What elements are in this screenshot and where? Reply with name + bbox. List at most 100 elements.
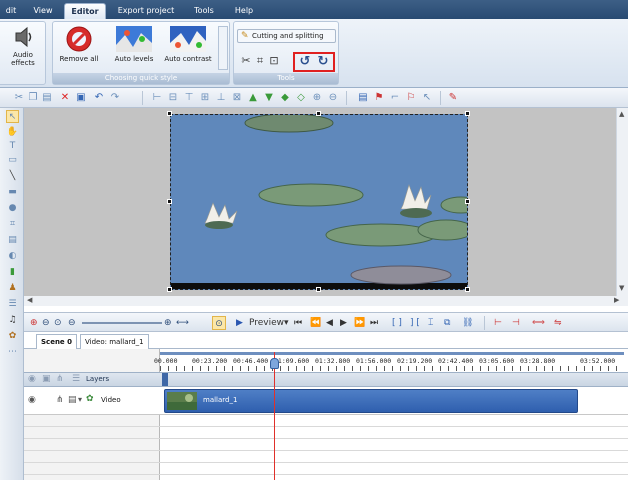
go-start-icon[interactable]: ⏮: [294, 316, 302, 330]
fit-width-icon[interactable]: ⟷: [176, 316, 189, 330]
cut-icon[interactable]: ✂: [12, 91, 26, 105]
properties-icon[interactable]: ▤: [356, 91, 370, 105]
link-icon[interactable]: ⛓: [462, 316, 473, 330]
group-icon[interactable]: ⊕: [310, 91, 324, 105]
go-end-icon[interactable]: ⏭: [370, 316, 378, 330]
delete-icon[interactable]: ✕: [58, 91, 72, 105]
mark-out-icon[interactable]: ] [: [410, 316, 420, 330]
trim-icon[interactable]: ⧉: [444, 316, 450, 330]
redo-icon[interactable]: ↷: [108, 91, 122, 105]
step-forward-fast-icon[interactable]: ⏩: [354, 316, 365, 330]
tab-video-mallard[interactable]: Video: mallard_1: [80, 334, 149, 349]
zoom-slider[interactable]: [82, 322, 162, 324]
scroll-left-icon[interactable]: ◀: [27, 296, 32, 304]
menu-tab-view[interactable]: View: [28, 3, 58, 19]
resize-handle-right[interactable]: [465, 199, 470, 204]
pointer-tool-icon[interactable]: ↖: [6, 110, 19, 123]
rotate-left-icon[interactable]: ↺: [298, 55, 312, 69]
line-tool-icon[interactable]: ╲: [6, 170, 19, 183]
send-back-icon[interactable]: ◇: [294, 91, 308, 105]
cutting-splitting-button[interactable]: ✎ Cutting and splitting: [237, 29, 336, 43]
zoom-in-icon[interactable]: ⊕: [30, 316, 38, 330]
audio-effects-button[interactable]: Audio effects: [1, 25, 45, 67]
scroll-up-icon[interactable]: ▲: [619, 110, 624, 118]
chart-tool-icon[interactable]: ◐: [6, 250, 19, 263]
track-options-icon[interactable]: ▤: [68, 395, 77, 405]
ungroup-icon[interactable]: ⊖: [326, 91, 340, 105]
split-clip-icon[interactable]: ⌶: [428, 316, 433, 330]
layers-row[interactable]: ◉ ▣ ⋔ ☰ Layers: [24, 372, 628, 387]
cursor-icon[interactable]: ↖: [420, 91, 434, 105]
video-clip[interactable]: mallard_1: [164, 389, 578, 413]
menu-tab-tools[interactable]: Tools: [186, 3, 222, 19]
subtitle-tool-icon[interactable]: ▤: [6, 234, 19, 247]
audio-tool-icon[interactable]: ♫: [6, 314, 19, 327]
track-expand-icon[interactable]: ▾: [78, 395, 82, 404]
resize-handle-bottom[interactable]: [316, 287, 321, 292]
marker-add-icon[interactable]: ⊢: [494, 316, 502, 330]
ripple-icon[interactable]: ⇋: [554, 316, 562, 330]
paste-icon[interactable]: ▤: [40, 91, 54, 105]
distribute-icon[interactable]: ⊠: [230, 91, 244, 105]
split-icon[interactable]: ✂: [239, 54, 253, 68]
auto-levels-button[interactable]: Auto levels: [109, 25, 159, 63]
play-icon[interactable]: ▶: [236, 316, 243, 330]
menu-tab-edit[interactable]: dit: [0, 3, 22, 19]
step-forward-icon[interactable]: ▶: [340, 316, 347, 330]
preview-label[interactable]: Preview: [249, 316, 284, 330]
preview-dropdown-icon[interactable]: ▾: [284, 316, 289, 330]
empty-track-row[interactable]: [24, 439, 628, 451]
scroll-down-icon[interactable]: ▼: [619, 284, 624, 292]
frame-icon[interactable]: ⊡: [267, 54, 281, 68]
pen-icon[interactable]: ✎: [446, 91, 460, 105]
mark-in-icon[interactable]: [ ]: [392, 316, 402, 330]
align-middle-icon[interactable]: ⊞: [198, 91, 212, 105]
eye-icon[interactable]: ◉: [28, 374, 36, 384]
quick-style-scroll[interactable]: [218, 26, 228, 70]
ellipse-tool-icon[interactable]: ●: [6, 202, 19, 215]
crop-icon[interactable]: ⌗: [253, 54, 267, 68]
scroll-right-icon[interactable]: ▶: [614, 296, 619, 304]
empty-track-row[interactable]: [24, 463, 628, 475]
flag-icon[interactable]: ⚐: [404, 91, 418, 105]
bring-front-icon[interactable]: ◆: [278, 91, 292, 105]
video-frame[interactable]: [170, 114, 468, 290]
marker-remove-icon[interactable]: ⊣: [512, 316, 520, 330]
auto-contrast-button[interactable]: Auto contrast: [161, 25, 215, 63]
select-all-icon[interactable]: ▣: [74, 91, 88, 105]
person-tool-icon[interactable]: ♟: [6, 282, 19, 295]
canvas-horizontal-scrollbar[interactable]: ◀ ▶: [24, 296, 628, 306]
align-bottom-icon[interactable]: ⊥: [214, 91, 228, 105]
playhead-handle[interactable]: [270, 358, 279, 369]
empty-track-row[interactable]: [24, 427, 628, 439]
empty-track-row[interactable]: [24, 451, 628, 463]
snap-icon[interactable]: ⊙: [212, 316, 226, 330]
zoom-fit-icon[interactable]: ⊙: [54, 316, 62, 330]
copy-icon[interactable]: ❐: [26, 91, 40, 105]
time-ruler[interactable]: 00.000 00:23.200 00:46.400 01:09.600 01:…: [154, 352, 624, 372]
step-back-fast-icon[interactable]: ⏪: [310, 316, 321, 330]
visibility-icon[interactable]: ◉: [28, 395, 36, 405]
align-top-icon[interactable]: ⊤: [182, 91, 196, 105]
resize-handle-bottom-left[interactable]: [167, 287, 172, 292]
text-tool-icon[interactable]: T: [6, 140, 19, 153]
marker-icon[interactable]: ⚑: [372, 91, 386, 105]
remove-all-button[interactable]: Remove all: [55, 25, 103, 63]
menu-tab-editor[interactable]: Editor: [64, 3, 106, 19]
canvas-vertical-scrollbar[interactable]: ▲ ▼: [616, 108, 628, 296]
image-tool-icon[interactable]: ▭: [6, 154, 19, 167]
resize-handle-left[interactable]: [167, 199, 172, 204]
layer-list-icon[interactable]: ☰: [72, 374, 80, 384]
crop-tool-icon[interactable]: ⌗: [6, 218, 19, 231]
menu-tab-help[interactable]: Help: [228, 3, 260, 19]
step-back-icon[interactable]: ◀: [326, 316, 333, 330]
playhead-line[interactable]: [274, 352, 275, 480]
effects-tool-icon[interactable]: ✿: [6, 330, 19, 343]
resize-handle-top-right[interactable]: [465, 111, 470, 116]
zoom-slider-plus-icon[interactable]: ⊕: [164, 316, 172, 330]
menu-tab-export-project[interactable]: Export project: [112, 3, 180, 19]
empty-track-row[interactable]: [24, 415, 628, 427]
move-up-icon[interactable]: ▲: [246, 91, 260, 105]
frame-border-icon[interactable]: ⌐: [388, 91, 402, 105]
align-center-icon[interactable]: ⊟: [166, 91, 180, 105]
